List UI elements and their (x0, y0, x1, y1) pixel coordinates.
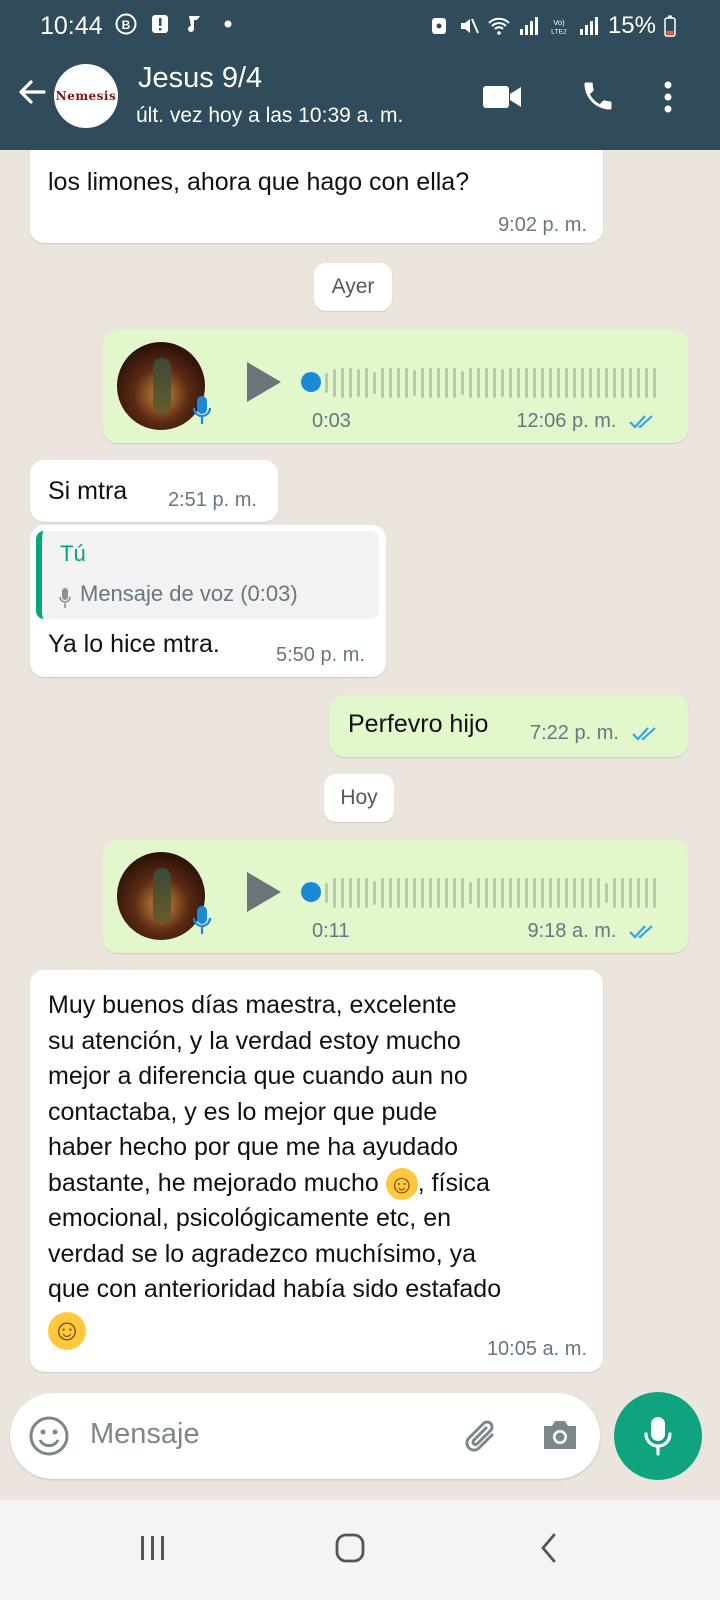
svg-text:B: B (122, 18, 131, 32)
date-chip: Ayer (314, 263, 392, 311)
video-call-icon[interactable] (482, 82, 522, 112)
mic-icon (192, 396, 212, 424)
date-chip: Hoy (324, 774, 394, 822)
battery-icon (664, 15, 676, 37)
message-text: Si mtra (48, 477, 128, 505)
voice-waveform[interactable] (325, 366, 656, 400)
message-text: Ya lo hice mtra. (48, 630, 220, 658)
voice-duration: 0:11 (312, 920, 350, 942)
quoted-message[interactable]: Tú Mensaje de voz (0:03) (36, 531, 379, 619)
quote-author: Tú (60, 541, 86, 566)
message-time-text: 12:06 p. m. (516, 410, 617, 432)
message-line: su atención, y la verdad estoy mucho (48, 1026, 461, 1055)
top-bar: 10:44 B Vo) LTE2 15% Nemesis Jesus 9/4 úl… (0, 0, 720, 150)
read-ticks-icon (631, 726, 656, 741)
message-text: los limones, ahora que hago con ella? (48, 168, 470, 196)
voice-message-outgoing[interactable]: 0:03 12:06 p. m. (103, 330, 688, 443)
status-left-icons: B (115, 13, 239, 35)
wifi-icon (488, 17, 510, 35)
message-line: verdad se lo agradezco muchísimo, ya (48, 1239, 476, 1268)
voice-duration: 0:03 (312, 410, 351, 432)
message-line: Muy buenos días maestra, excelente (48, 991, 457, 1019)
message-line: contactaba, y es lo mejor que pude (48, 1097, 438, 1126)
message-line-with-emoji: ☺ (48, 1308, 501, 1350)
contact-name[interactable]: Jesus 9/4 (138, 62, 262, 95)
more-options-icon[interactable] (662, 80, 674, 114)
message-line-with-emoji: bastante, he mejorado mucho ☺, física (48, 1166, 501, 1202)
recent-apps-icon[interactable] (138, 1533, 168, 1563)
back-arrow-icon[interactable] (14, 74, 50, 110)
message-time: 5:50 p. m. (276, 644, 365, 666)
signal-icon-2 (579, 17, 598, 35)
voice-progress-dot[interactable] (301, 882, 321, 902)
message-time: 2:51 p. m. (168, 489, 257, 511)
avatar[interactable]: Nemesis (54, 64, 118, 128)
message-input-bar[interactable]: Mensaje (10, 1393, 600, 1479)
message-body: Muy buenos días maestra, excelente su at… (48, 988, 501, 1350)
svg-text:Vo): Vo) (553, 18, 565, 27)
status-right-icons: Vo) LTE2 15% (428, 12, 676, 40)
message-time-text: 7:22 p. m. (530, 722, 619, 744)
last-seen: últ. vez hoy a las 10:39 a. m. (136, 104, 404, 127)
camera-icon[interactable] (540, 1417, 580, 1453)
music-icon (188, 16, 200, 32)
lock-icon (431, 18, 446, 34)
voice-waveform[interactable] (325, 876, 656, 910)
message-time: 10:05 a. m. (486, 1338, 587, 1360)
avatar-logo-text: Nemesis (55, 89, 117, 103)
message-line: emocional, psicológicamente etc, en (48, 1204, 452, 1232)
signal-icon (519, 17, 538, 35)
status-time: 10:44 (40, 12, 103, 40)
message-input[interactable]: Mensaje (90, 1418, 200, 1451)
message-line-text: , física (417, 1168, 490, 1197)
read-ticks-icon (629, 414, 653, 429)
message-text: Perfevro hijo (348, 710, 489, 738)
volte-icon: Vo) LTE2 (551, 18, 567, 36)
status-bar: 10:44 B Vo) LTE2 15% (0, 0, 720, 52)
chat-header: Nemesis Jesus 9/4 últ. vez hoy a las 10:… (0, 52, 720, 150)
voice-message-outgoing[interactable]: 0:11 9:18 a. m. (103, 840, 688, 953)
chat-area[interactable]: los limones, ahora que hago con ella? 9:… (0, 150, 720, 1390)
system-nav-bar (0, 1500, 720, 1600)
message-bubble-incoming[interactable]: los limones, ahora que hago con ella? 9:… (30, 150, 603, 243)
voice-progress-dot[interactable] (301, 372, 321, 392)
message-line-text: bastante, he mejorado mucho (48, 1168, 379, 1197)
message-bubble-outgoing[interactable]: Perfevro hijo 7:22 p. m. (330, 695, 688, 757)
mute-icon (460, 18, 479, 34)
message-time-text: 9:18 a. m. (527, 920, 617, 942)
read-ticks-icon (629, 924, 653, 939)
mic-icon (192, 906, 212, 934)
play-icon[interactable] (243, 360, 283, 404)
message-line: haber hecho por que me ha ayudado (48, 1133, 459, 1161)
back-nav-icon[interactable] (538, 1532, 560, 1564)
smiling-emoji-icon: ☺ (385, 1167, 418, 1200)
svg-text:LTE2: LTE2 (551, 29, 567, 36)
message-time: 7:22 p. m. (530, 722, 661, 745)
b-icon: B (115, 13, 137, 35)
home-icon[interactable] (334, 1532, 366, 1564)
dot-icon (224, 20, 232, 28)
play-icon[interactable] (243, 870, 283, 914)
emoji-icon[interactable] (28, 1415, 70, 1457)
mic-icon (644, 1417, 672, 1456)
message-time: 9:02 p. m. (498, 214, 587, 236)
smiling-emoji-icon: ☺ (48, 1311, 86, 1350)
alert-icon (152, 15, 168, 33)
message-time: 12:06 p. m. (516, 410, 658, 433)
message-bubble-incoming[interactable]: Tú Mensaje de voz (0:03) Ya lo hice mtra… (30, 525, 386, 677)
message-bubble-incoming[interactable]: Si mtra 2:51 p. m. (30, 460, 278, 522)
phone-icon[interactable] (580, 78, 616, 114)
quote-text: Mensaje de voz (0:03) (80, 581, 298, 606)
message-line: que con anterioridad había sido estafado (48, 1275, 502, 1303)
attach-icon[interactable] (462, 1415, 502, 1457)
message-time: 9:18 a. m. (528, 920, 659, 943)
voice-record-button[interactable] (614, 1392, 702, 1480)
battery-percent: 15% (607, 12, 656, 39)
mic-icon (59, 588, 71, 608)
message-bubble-incoming[interactable]: Muy buenos días maestra, excelente su at… (30, 970, 603, 1372)
message-line: mejor a diferencia que cuando aun no (48, 1062, 468, 1090)
